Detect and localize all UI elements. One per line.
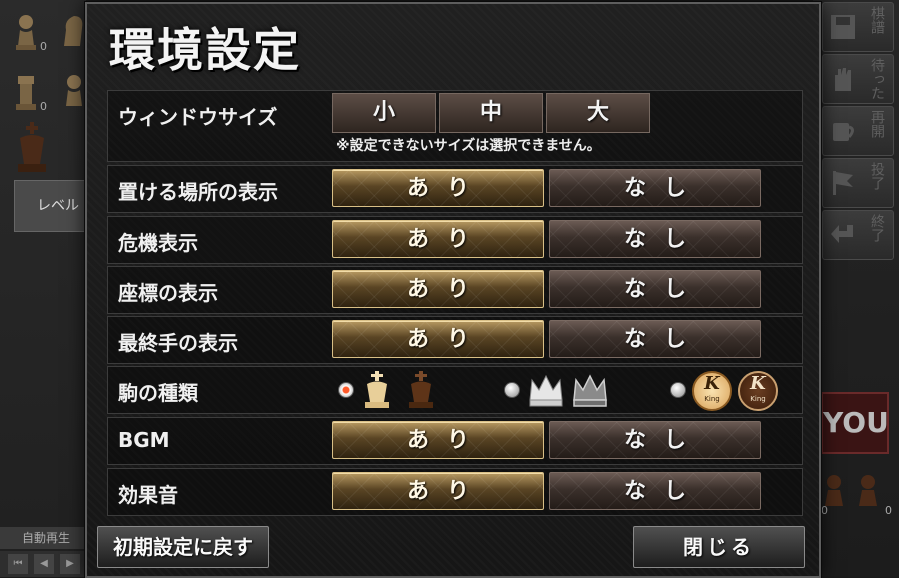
dark-k-token-icon[interactable]: K King [738,371,778,411]
right-panel: 棋譜 待った 再開 投了 終了 YOU 0 0 [813,0,899,577]
save-disk-icon [831,15,855,39]
piece-crown-radio[interactable] [504,382,520,398]
kifu-button[interactable]: 棋譜 [822,2,894,52]
piece-token-radio[interactable] [670,382,686,398]
undo-move-button[interactable]: 待った [822,54,894,104]
level-display[interactable]: レベル [14,180,88,232]
settings-dialog: 環境設定 ウィンドウサイズ 小 中 大 ※設定できないサイズは選択できません。 … [85,2,821,578]
captured-knight-icon [64,16,83,46]
exit-button[interactable]: 終了 [822,210,894,260]
window-size-label: ウィンドウサイズ [118,105,278,129]
last-move-on-button[interactable]: あり [332,320,544,358]
resign-button[interactable]: 投了 [822,158,894,208]
size-medium-button[interactable]: 中 [439,93,543,133]
bgm-off-button[interactable]: なし [549,421,761,459]
light-crown-icon[interactable] [526,370,566,410]
close-button[interactable]: 閉じる [633,526,805,568]
bgm-label: BGM [118,428,170,452]
piece-classic-radio[interactable] [338,382,354,398]
resume-button[interactable]: 再開 [822,106,894,156]
captured-count: 0 [40,40,47,53]
light-k-token-icon[interactable]: K King [692,371,732,411]
window-size-row: ウィンドウサイズ 小 中 大 ※設定できないサイズは選択できません。 [107,90,803,162]
captured-rook-icon [16,76,36,110]
dialog-title: 環境設定 [109,23,301,77]
captured-pawn-icon [16,15,36,50]
left-panel: 0 0 レベル 自動再生 ⏮ ◀ ▶ [0,0,88,577]
sound-effects-on-button[interactable]: あり [332,472,544,510]
step-forward-icon[interactable]: ▶ [60,554,80,574]
placeable-off-button[interactable]: なし [549,169,761,207]
sound-effects-off-button[interactable]: なし [549,472,761,510]
placeable-row: 置ける場所の表示 あり なし [107,165,803,213]
you-badge: YOU [821,392,889,454]
last-move-label: 最終手の表示 [118,331,238,355]
size-small-button[interactable]: 小 [332,93,436,133]
size-large-button[interactable]: 大 [546,93,650,133]
bgm-row: BGM あり なし [107,417,803,465]
piece-count: 0 [821,504,828,517]
placeable-on-button[interactable]: あり [332,169,544,207]
light-king-icon[interactable] [360,370,394,410]
sound-effects-label: 効果音 [118,483,178,507]
king-piece-icon [18,122,46,172]
hand-icon [835,68,851,91]
danger-label: 危機表示 [118,231,198,255]
danger-on-button[interactable]: あり [332,220,544,258]
coordinates-row: 座標の表示 あり なし [107,266,803,314]
coordinates-on-button[interactable]: あり [332,270,544,308]
last-move-row: 最終手の表示 あり なし [107,316,803,364]
danger-off-button[interactable]: なし [549,220,761,258]
danger-row: 危機表示 あり なし [107,216,803,264]
auto-play-button[interactable]: 自動再生 [0,527,86,549]
step-back-icon[interactable]: ◀ [34,554,54,574]
dark-crown-icon[interactable] [570,370,610,410]
return-arrow-icon [831,225,853,243]
size-note: ※設定できないサイズは選択できません。 [336,138,601,154]
placeable-label: 置ける場所の表示 [118,180,278,204]
coordinates-off-button[interactable]: なし [549,270,761,308]
cup-icon [833,123,854,141]
last-move-off-button[interactable]: なし [549,320,761,358]
skip-back-icon[interactable]: ⏮ [8,554,28,574]
captured-count: 0 [40,100,47,113]
sound-effects-row: 効果音 あり なし [107,468,803,516]
dark-king-icon[interactable] [404,370,438,410]
pawn-piece-icon [859,475,877,506]
playback-controls: ⏮ ◀ ▶ [0,551,86,577]
bgm-on-button[interactable]: あり [332,421,544,459]
piece-type-label: 駒の種類 [118,381,198,405]
flag-icon [833,171,853,195]
piece-count: 0 [885,504,892,517]
reset-defaults-button[interactable]: 初期設定に戻す [97,526,269,568]
coordinates-label: 座標の表示 [118,281,218,305]
piece-type-row: 駒の種類 K King K King [107,366,803,414]
